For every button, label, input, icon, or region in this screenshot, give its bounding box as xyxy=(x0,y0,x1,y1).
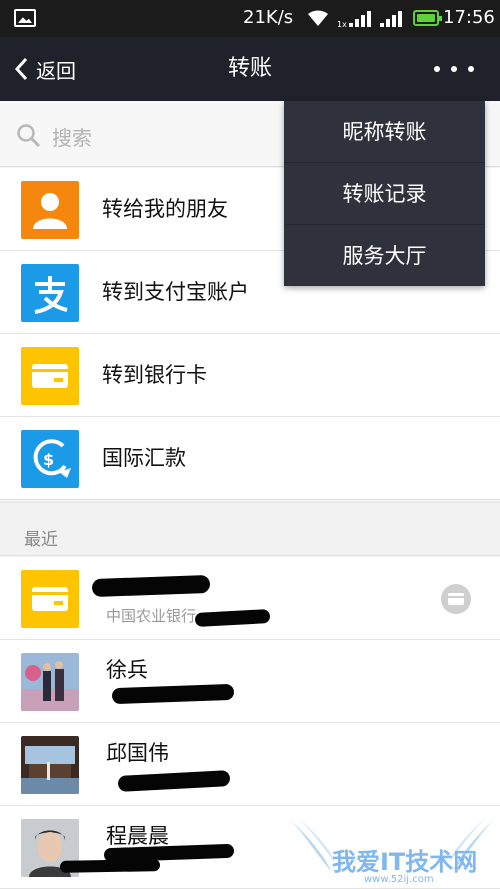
recent-section-header: 最近 xyxy=(0,502,500,556)
transfer-to-friend-label: 转给我的朋友 xyxy=(102,197,228,221)
wifi-icon xyxy=(308,10,328,26)
signal-2-icon xyxy=(380,11,402,27)
alipay-icon xyxy=(21,264,79,322)
dot-icon xyxy=(468,66,474,72)
international-remittance-item[interactable]: $ 国际汇款 xyxy=(0,417,500,500)
more-options-button[interactable] xyxy=(434,57,474,81)
recent-contact-item[interactable]: 徐兵 xyxy=(0,640,500,723)
nickname-transfer-menu-item[interactable]: 昵称转账 xyxy=(284,101,485,163)
nav-bar: 返回 转账 xyxy=(0,37,500,101)
redaction-mark xyxy=(117,770,231,792)
contact-bank: 中国农业银行 xyxy=(106,607,197,625)
avatar xyxy=(21,736,79,794)
recent-contact-item[interactable]: 邱国伟 xyxy=(0,723,500,806)
overflow-menu-popup: 昵称转账 转账记录 服务大厅 xyxy=(284,101,485,286)
search-icon xyxy=(17,124,41,148)
transfer-history-menu-item[interactable]: 转账记录 xyxy=(284,163,485,225)
contact-name: 邱国伟 xyxy=(106,741,169,765)
transfer-to-alipay-label: 转到支付宝账户 xyxy=(102,280,249,304)
recent-contact-item[interactable]: 中国农业银行 xyxy=(0,557,500,640)
gallery-notification-icon xyxy=(14,9,36,27)
redaction-mark xyxy=(111,683,235,705)
back-label: 返回 xyxy=(36,58,76,83)
dot-icon xyxy=(434,66,440,72)
watermark-url: www.52ij.com xyxy=(364,874,434,885)
svg-text:$: $ xyxy=(43,450,54,469)
redaction-mark xyxy=(194,609,271,627)
service-hall-menu-item[interactable]: 服务大厅 xyxy=(284,225,485,287)
bank-card-icon xyxy=(21,347,79,405)
contact-name: 徐兵 xyxy=(106,658,148,682)
dollar-exchange-icon: $ xyxy=(21,430,79,488)
chevron-left-icon xyxy=(14,57,28,81)
back-button[interactable]: 返回 xyxy=(14,37,76,101)
network-speed: 21K/s xyxy=(243,7,294,28)
avatar xyxy=(21,653,79,711)
svg-text:1x: 1x xyxy=(337,20,347,29)
watermark-title: 我爱IT技术网 xyxy=(332,848,478,876)
transfer-to-bank-card-label: 转到银行卡 xyxy=(102,363,207,387)
battery-icon xyxy=(413,10,442,26)
redaction-mark xyxy=(59,859,161,873)
search-placeholder: 搜索 xyxy=(52,126,92,150)
transfer-to-bank-card-item[interactable]: 转到银行卡 xyxy=(0,334,500,417)
recent-label: 最近 xyxy=(24,530,58,550)
watermark: 我爱IT技术网 www.52ij.com xyxy=(284,812,500,889)
signal-1-icon: 1x xyxy=(337,11,371,29)
status-bar: 21K/s 1x 17:56 xyxy=(0,0,500,37)
bank-card-badge-icon xyxy=(441,584,471,614)
bank-card-icon xyxy=(21,570,79,628)
dot-icon xyxy=(451,66,457,72)
international-remittance-label: 国际汇款 xyxy=(102,446,186,470)
redaction-mark xyxy=(91,574,211,598)
person-icon xyxy=(21,181,79,239)
clock: 17:56 xyxy=(443,7,495,28)
